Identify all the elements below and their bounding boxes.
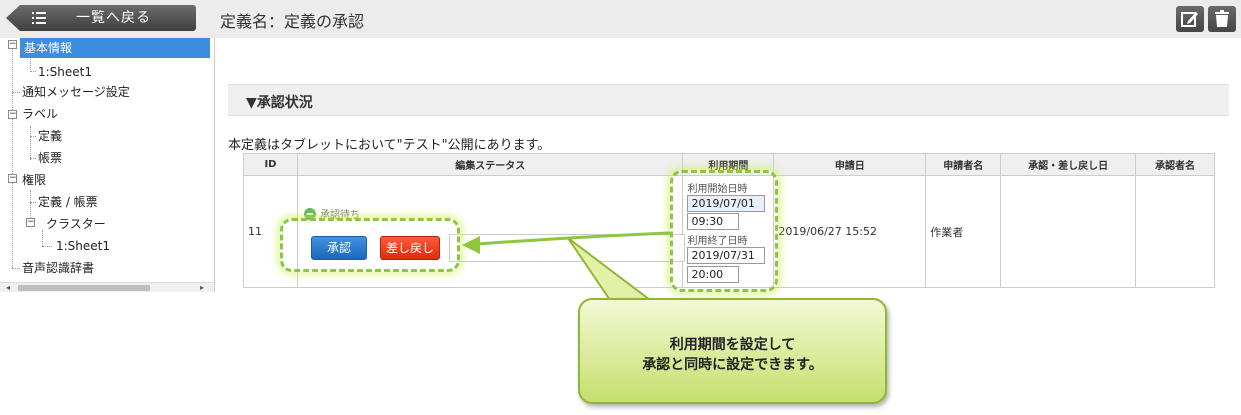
callout-line-2: 承認と同時に設定できます。 (642, 357, 823, 373)
callout-bubble: 利用期間を設定して 承認と同時に設定できます。 (578, 298, 887, 404)
callout-line-1: 利用期間を設定して (669, 337, 796, 353)
